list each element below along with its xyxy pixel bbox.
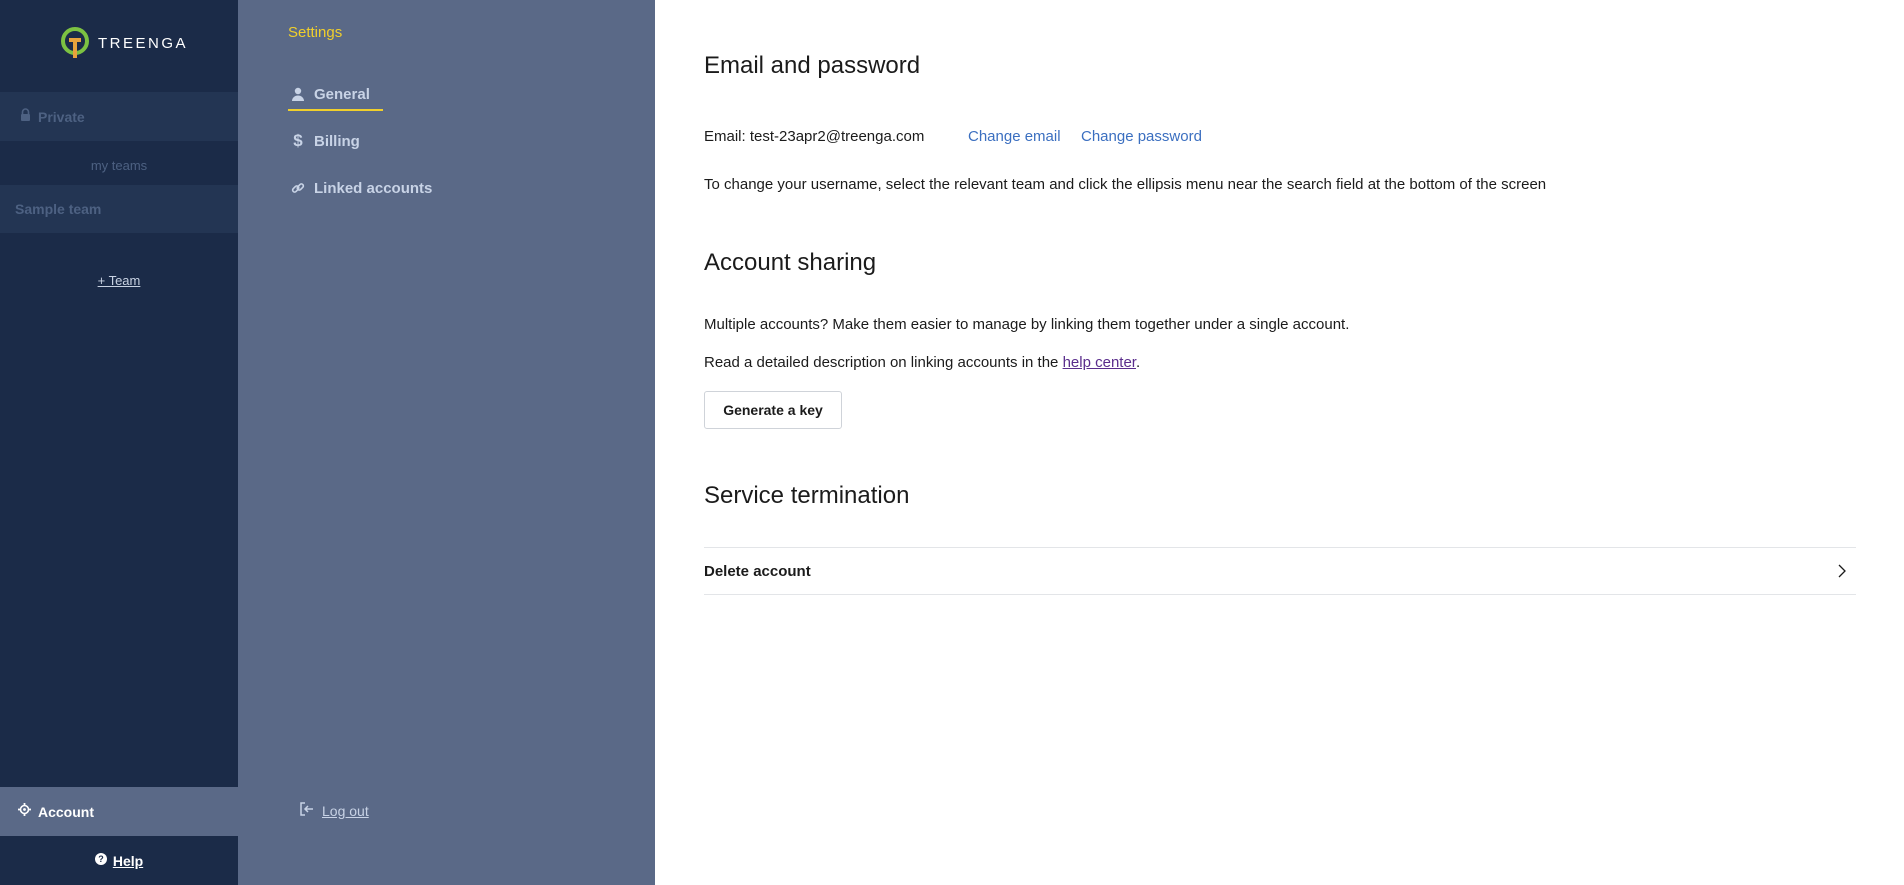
- settings-title: Settings: [288, 24, 343, 41]
- help-center-link[interactable]: help center: [1063, 354, 1136, 371]
- lock-icon: [20, 107, 31, 126]
- my-teams-heading: my teams: [90, 158, 148, 173]
- change-email-link[interactable]: Change email: [968, 128, 1061, 145]
- email-value: Email: test-23apr2@treenga.com: [704, 128, 925, 145]
- tab-billing[interactable]: $ Billing: [288, 129, 360, 153]
- user-icon: [288, 87, 308, 101]
- help-label: Help: [112, 853, 144, 869]
- help-link[interactable]: ? Help: [0, 846, 238, 876]
- add-team-link[interactable]: + Team: [0, 273, 238, 288]
- sharing-help-suffix: .: [1135, 354, 1141, 371]
- sidebar-item-label: Sample team: [15, 201, 102, 217]
- sharing-help-text: Read a detailed description on linking a…: [704, 354, 1140, 371]
- active-tab-indicator: [288, 109, 383, 111]
- tab-general[interactable]: General: [288, 82, 370, 106]
- app-sidebar: TREENGA Private my teams Sample team + T…: [0, 0, 238, 885]
- sidebar-item-label: Private: [38, 108, 85, 125]
- logout-link[interactable]: Log out: [299, 802, 369, 819]
- sharing-description: Multiple accounts? Make them easier to m…: [704, 316, 1350, 333]
- settings-nav-panel: Settings General $ Billing Linked accoun…: [238, 0, 655, 885]
- change-password-link[interactable]: Change password: [1081, 128, 1202, 145]
- service-termination-heading: Service termination: [704, 482, 910, 509]
- sidebar-item-sample-team[interactable]: Sample team: [0, 185, 238, 233]
- question-circle-icon: ?: [94, 852, 107, 870]
- sidebar-item-account[interactable]: Account: [0, 787, 238, 836]
- gear-icon: [18, 802, 31, 821]
- tab-linked-accounts[interactable]: Linked accounts: [288, 176, 432, 200]
- generate-key-button[interactable]: Generate a key: [704, 391, 842, 429]
- delete-account-row[interactable]: Delete account: [704, 547, 1856, 595]
- svg-text:?: ?: [98, 854, 104, 864]
- account-sharing-heading: Account sharing: [704, 249, 877, 276]
- logout-label: Log out: [322, 802, 369, 819]
- chevron-right-icon: [1838, 564, 1846, 578]
- treenga-logo-icon: [61, 27, 89, 58]
- username-note: To change your username, select the rele…: [704, 176, 1547, 193]
- sidebar-item-label: Account: [38, 803, 94, 820]
- email-password-heading: Email and password: [704, 52, 921, 79]
- brand-name: TREENGA: [98, 34, 189, 52]
- link-icon: [288, 181, 308, 195]
- sidebar-item-private[interactable]: Private: [0, 92, 238, 141]
- sharing-help-prefix: Read a detailed description on linking a…: [704, 354, 1059, 371]
- logout-icon: [299, 802, 314, 819]
- dollar-icon: $: [293, 131, 303, 150]
- tab-label: Billing: [314, 132, 360, 150]
- tab-label: General: [314, 85, 370, 103]
- delete-account-label: Delete account: [704, 562, 811, 580]
- treenga-logo[interactable]: TREENGA: [60, 26, 188, 60]
- tab-label: Linked accounts: [314, 179, 433, 197]
